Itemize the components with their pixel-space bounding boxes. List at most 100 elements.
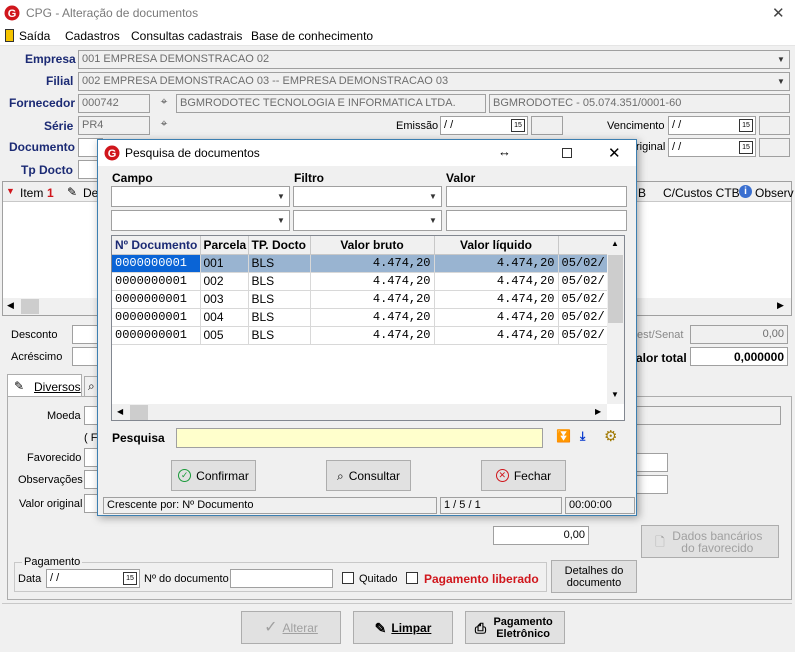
maximize-icon[interactable] — [562, 148, 572, 158]
filial-value: 002 EMPRESA DEMONSTRACAO 03 -- EMPRESA D… — [82, 75, 449, 87]
search-icon: ⌕ — [336, 468, 344, 483]
amount-field[interactable]: 0,00 — [493, 526, 589, 545]
scroll-right-icon[interactable]: ▶ — [777, 300, 784, 311]
observacoes-extra-field[interactable] — [633, 475, 668, 494]
irst-field: 0,00 — [690, 325, 788, 344]
serie-field[interactable]: PR4 — [78, 116, 150, 135]
settings-gear-icon[interactable]: ⚙ — [604, 427, 617, 445]
cell-valor-liquido: 4.474,20 — [434, 272, 559, 291]
menu-consultas-cadastrais[interactable]: Consultas cadastrais — [131, 29, 242, 43]
app-logo-icon: G — [4, 5, 20, 21]
col-parcela[interactable]: Parcela — [200, 236, 249, 255]
col-valor-liquido[interactable]: Valor líquido — [434, 236, 559, 255]
data-pagamento-field[interactable]: / / 15 — [46, 569, 140, 588]
menu-saida[interactable]: Saída — [19, 29, 50, 43]
original-extra-field — [759, 138, 790, 157]
dados-bancarios-button[interactable]: 🗋 Dados bancários do favorecido — [641, 525, 779, 558]
pesquisa-input[interactable] — [176, 428, 543, 448]
detalhes-label: Detalhes do documento — [564, 564, 624, 589]
consultar-button[interactable]: ⌕ Consultar — [326, 460, 411, 491]
results-vscroll[interactable]: ▲ ▼ — [607, 236, 624, 404]
binoculars-icon[interactable]: ⌖ — [152, 116, 176, 137]
valor-field-1[interactable] — [446, 186, 627, 207]
cell-tp-docto: BLS — [248, 326, 311, 345]
confirmar-button[interactable]: ✓ Confirmar — [171, 460, 256, 491]
fornecedor-code-field[interactable]: 000742 — [78, 94, 150, 113]
valor-total-label: alor total — [636, 351, 687, 365]
emissao-value: / / — [444, 119, 454, 131]
close-icon[interactable]: ✕ — [772, 4, 785, 22]
svg-text:G: G — [8, 8, 17, 20]
results-grid: Nº Documento Parcela TP. Docto Valor bru… — [111, 235, 625, 421]
limpar-button[interactable]: ✎ Limpar — [353, 611, 453, 644]
fechar-button[interactable]: ✕ Fechar — [481, 460, 566, 491]
confirmar-label: Confirmar — [196, 468, 249, 483]
move-last-icon[interactable]: ⤓ — [580, 429, 585, 444]
scroll-left-icon[interactable]: ◀ — [7, 300, 14, 311]
empresa-label: Empresa — [25, 52, 76, 66]
valor-field-2[interactable] — [446, 210, 627, 231]
irst-label: est/Senat — [637, 329, 684, 341]
col-valor-bruto[interactable]: Valor bruto — [310, 236, 435, 255]
calendar-icon[interactable]: 15 — [511, 119, 525, 132]
filtro-select-1[interactable]: ▼ — [293, 186, 442, 207]
irst-value: 0,00 — [762, 328, 784, 340]
calendar-icon[interactable]: 15 — [739, 141, 753, 154]
scroll-up-icon[interactable]: ▲ — [611, 239, 619, 248]
calendar-icon[interactable]: 15 — [739, 119, 753, 132]
table-row[interactable]: 0000000001 001 BLS 4.474,20 4.474,20 05/02/ — [112, 254, 622, 273]
col-tp-docto[interactable]: TP. Docto — [248, 236, 311, 255]
empresa-select[interactable]: 001 EMPRESA DEMONSTRACAO 02 ▼ — [78, 50, 790, 69]
data-original-field[interactable]: / / 15 — [668, 138, 756, 157]
dialog-titlebar: G Pesquisa de documentos ↔ ✕ — [98, 140, 636, 166]
cell-valor-liquido: 4.474,20 — [434, 326, 559, 345]
scroll-thumb[interactable] — [608, 255, 623, 323]
table-row[interactable]: 0000000001 003 BLS 4.474,20 4.474,20 05/02/ — [112, 290, 622, 309]
campo-select-2[interactable]: ▼ — [111, 210, 290, 231]
table-row[interactable]: 0000000001 004 BLS 4.474,20 4.474,20 05/02/ — [112, 308, 622, 327]
svg-text:G: G — [108, 148, 117, 160]
table-row[interactable]: 0000000001 005 BLS 4.474,20 4.474,20 05/02/ — [112, 326, 622, 345]
sort-indicator: 1 — [47, 186, 54, 200]
detalhes-documento-button[interactable]: Detalhes do documento — [551, 560, 637, 593]
col-num-documento[interactable]: Nº Documento — [112, 236, 201, 255]
pagamento-liberado-checkbox[interactable] — [406, 572, 418, 584]
cell-valor-bruto: 4.474,20 — [310, 290, 435, 309]
table-row[interactable]: 0000000001 002 BLS 4.474,20 4.474,20 05/02/ — [112, 272, 622, 291]
move-first-icon[interactable]: ⏬ — [556, 429, 571, 443]
calendar-icon[interactable]: 15 — [123, 572, 137, 585]
menu-base-conhecimento[interactable]: Base de conhecimento — [251, 29, 373, 43]
scroll-left-icon[interactable]: ◀ — [117, 407, 123, 416]
grid-col-item[interactable]: Item — [20, 186, 43, 200]
menu-cadastros[interactable]: Cadastros — [65, 29, 120, 43]
documento-label: Documento — [9, 140, 75, 154]
scroll-right-icon[interactable]: ▶ — [595, 407, 601, 416]
filial-select[interactable]: 002 EMPRESA DEMONSTRACAO 03 -- EMPRESA D… — [78, 72, 790, 91]
scroll-thumb[interactable] — [130, 405, 148, 420]
emissao-field[interactable]: / / 15 — [440, 116, 528, 135]
results-hscroll[interactable]: ◀ ▶ — [112, 404, 607, 420]
acrescimo-label: Acréscimo — [11, 351, 63, 363]
chevron-down-icon: ▼ — [429, 192, 437, 201]
pagamento-eletronico-button[interactable]: ⎙ Pagamento Eletrônico — [465, 611, 565, 644]
scroll-down-icon[interactable]: ▼ — [611, 390, 619, 399]
binoculars-icon[interactable]: ⌖ — [152, 94, 176, 115]
moeda-label: Moeda — [47, 410, 81, 422]
results-header: Nº Documento Parcela TP. Docto Valor bru… — [112, 236, 622, 255]
filtro-select-2[interactable]: ▼ — [293, 210, 442, 231]
alterar-button[interactable]: ✓ Alterar — [241, 611, 341, 644]
quitado-checkbox[interactable] — [342, 572, 354, 584]
tab-diversos[interactable]: ✎ Diversos — [7, 374, 82, 397]
campo-select-1[interactable]: ▼ — [111, 186, 290, 207]
grid-col-observ[interactable]: Observ — [755, 186, 794, 200]
ndoc-field[interactable] — [230, 569, 333, 588]
tpdocto-label: Tp Docto — [21, 163, 73, 177]
vencimento-field[interactable]: / / 15 — [668, 116, 756, 135]
resize-icon[interactable]: ↔ — [498, 144, 511, 159]
cell-valor-bruto: 4.474,20 — [310, 308, 435, 327]
close-icon[interactable]: ✕ — [608, 144, 621, 162]
grid-col-custos[interactable]: C/Custos CTB — [663, 186, 740, 200]
favorecido-extra-field[interactable] — [633, 453, 668, 472]
scroll-thumb[interactable] — [21, 299, 39, 314]
grid-col-b[interactable]: B — [638, 186, 646, 200]
